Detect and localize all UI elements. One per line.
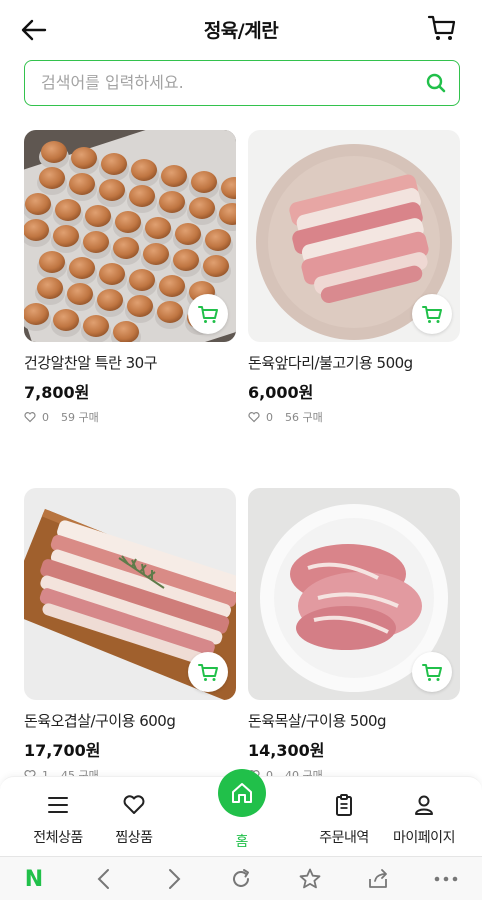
- product-card[interactable]: 돈육앞다리/불고기용 500g 6,000원 0 56 구매: [248, 130, 460, 425]
- product-name[interactable]: 건강알찬알 특란 30구: [24, 352, 236, 373]
- nav-mypage[interactable]: 마이페이지: [376, 777, 472, 857]
- cart-icon: [422, 306, 442, 323]
- product-card[interactable]: 돈육목살/구이용 500g 14,300원 0 40 구매: [248, 488, 460, 783]
- user-icon: [415, 795, 433, 815]
- cart-icon: [427, 15, 456, 40]
- product-image-pork-shoulder[interactable]: [248, 130, 460, 342]
- product-image-pork-neck[interactable]: [248, 488, 460, 700]
- home-icon: [232, 783, 252, 803]
- product-card[interactable]: 돈육오겹살/구이용 600g 17,700원 1 45 구매: [24, 488, 236, 783]
- cart-icon: [198, 664, 218, 681]
- heart-icon[interactable]: [248, 411, 260, 423]
- product-card[interactable]: 건강알찬알 특란 30구 7,800원 0 59 구매: [24, 130, 236, 425]
- like-count: 0: [42, 410, 49, 424]
- nav-wishlist[interactable]: 찜상품: [86, 777, 182, 857]
- browser-share-button[interactable]: [364, 865, 392, 893]
- product-name[interactable]: 돈육앞다리/불고기용 500g: [248, 352, 460, 373]
- browser-forward-button[interactable]: [160, 865, 188, 893]
- add-to-cart-button[interactable]: [412, 294, 452, 334]
- browser-back-button[interactable]: [90, 865, 118, 893]
- naver-logo-button[interactable]: N: [20, 865, 48, 893]
- product-price: 14,300원: [248, 741, 325, 760]
- product-meta: 0 56 구매: [248, 409, 460, 425]
- product-price: 6,000원: [248, 383, 314, 402]
- browser-toolbar: N: [0, 856, 482, 900]
- app-header: 정육/계란: [0, 0, 482, 58]
- bottom-navigation: 전체상품 찜상품 홈 주문내역 마이페이지: [0, 769, 482, 857]
- clipboard-icon: [336, 794, 352, 816]
- product-name[interactable]: 돈육목살/구이용 500g: [248, 710, 460, 731]
- share-icon: [369, 869, 387, 888]
- product-name[interactable]: 돈육오겹살/구이용 600g: [24, 710, 236, 731]
- product-meta: 0 59 구매: [24, 409, 236, 425]
- nav-label: 찜상품: [115, 830, 153, 846]
- naver-logo: N: [24, 866, 44, 892]
- add-to-cart-button[interactable]: [188, 652, 228, 692]
- product-image-eggs[interactable]: [24, 130, 236, 342]
- product-price: 17,700원: [24, 741, 101, 760]
- add-to-cart-button[interactable]: [188, 294, 228, 334]
- search-box: [24, 60, 460, 106]
- nav-home-button[interactable]: [218, 769, 266, 817]
- heart-icon: [123, 795, 145, 814]
- cart-icon: [422, 664, 442, 681]
- heart-icon[interactable]: [24, 411, 36, 423]
- cart-button[interactable]: [424, 10, 460, 46]
- chevron-right-icon: [169, 869, 181, 889]
- search-icon[interactable]: [425, 72, 447, 94]
- like-count: 0: [266, 410, 273, 424]
- browser-more-button[interactable]: [432, 865, 460, 893]
- product-image-pork-belly[interactable]: [24, 488, 236, 700]
- add-to-cart-button[interactable]: [412, 652, 452, 692]
- cart-icon: [198, 306, 218, 323]
- browser-bookmark-button[interactable]: [296, 865, 324, 893]
- page-title: 정육/계란: [203, 20, 279, 42]
- nav-home-label[interactable]: 홈: [218, 831, 266, 851]
- browser-refresh-button[interactable]: [227, 865, 255, 893]
- menu-icon: [48, 797, 68, 813]
- refresh-icon: [233, 869, 249, 887]
- more-icon: [434, 876, 458, 882]
- star-icon: [299, 868, 321, 889]
- chevron-left-icon: [97, 869, 109, 889]
- nav-label: 마이페이지: [393, 830, 455, 846]
- purchase-count: 56 구매: [285, 411, 323, 424]
- purchase-count: 59 구매: [61, 411, 99, 424]
- product-price: 7,800원: [24, 383, 90, 402]
- search-input[interactable]: [41, 61, 421, 104]
